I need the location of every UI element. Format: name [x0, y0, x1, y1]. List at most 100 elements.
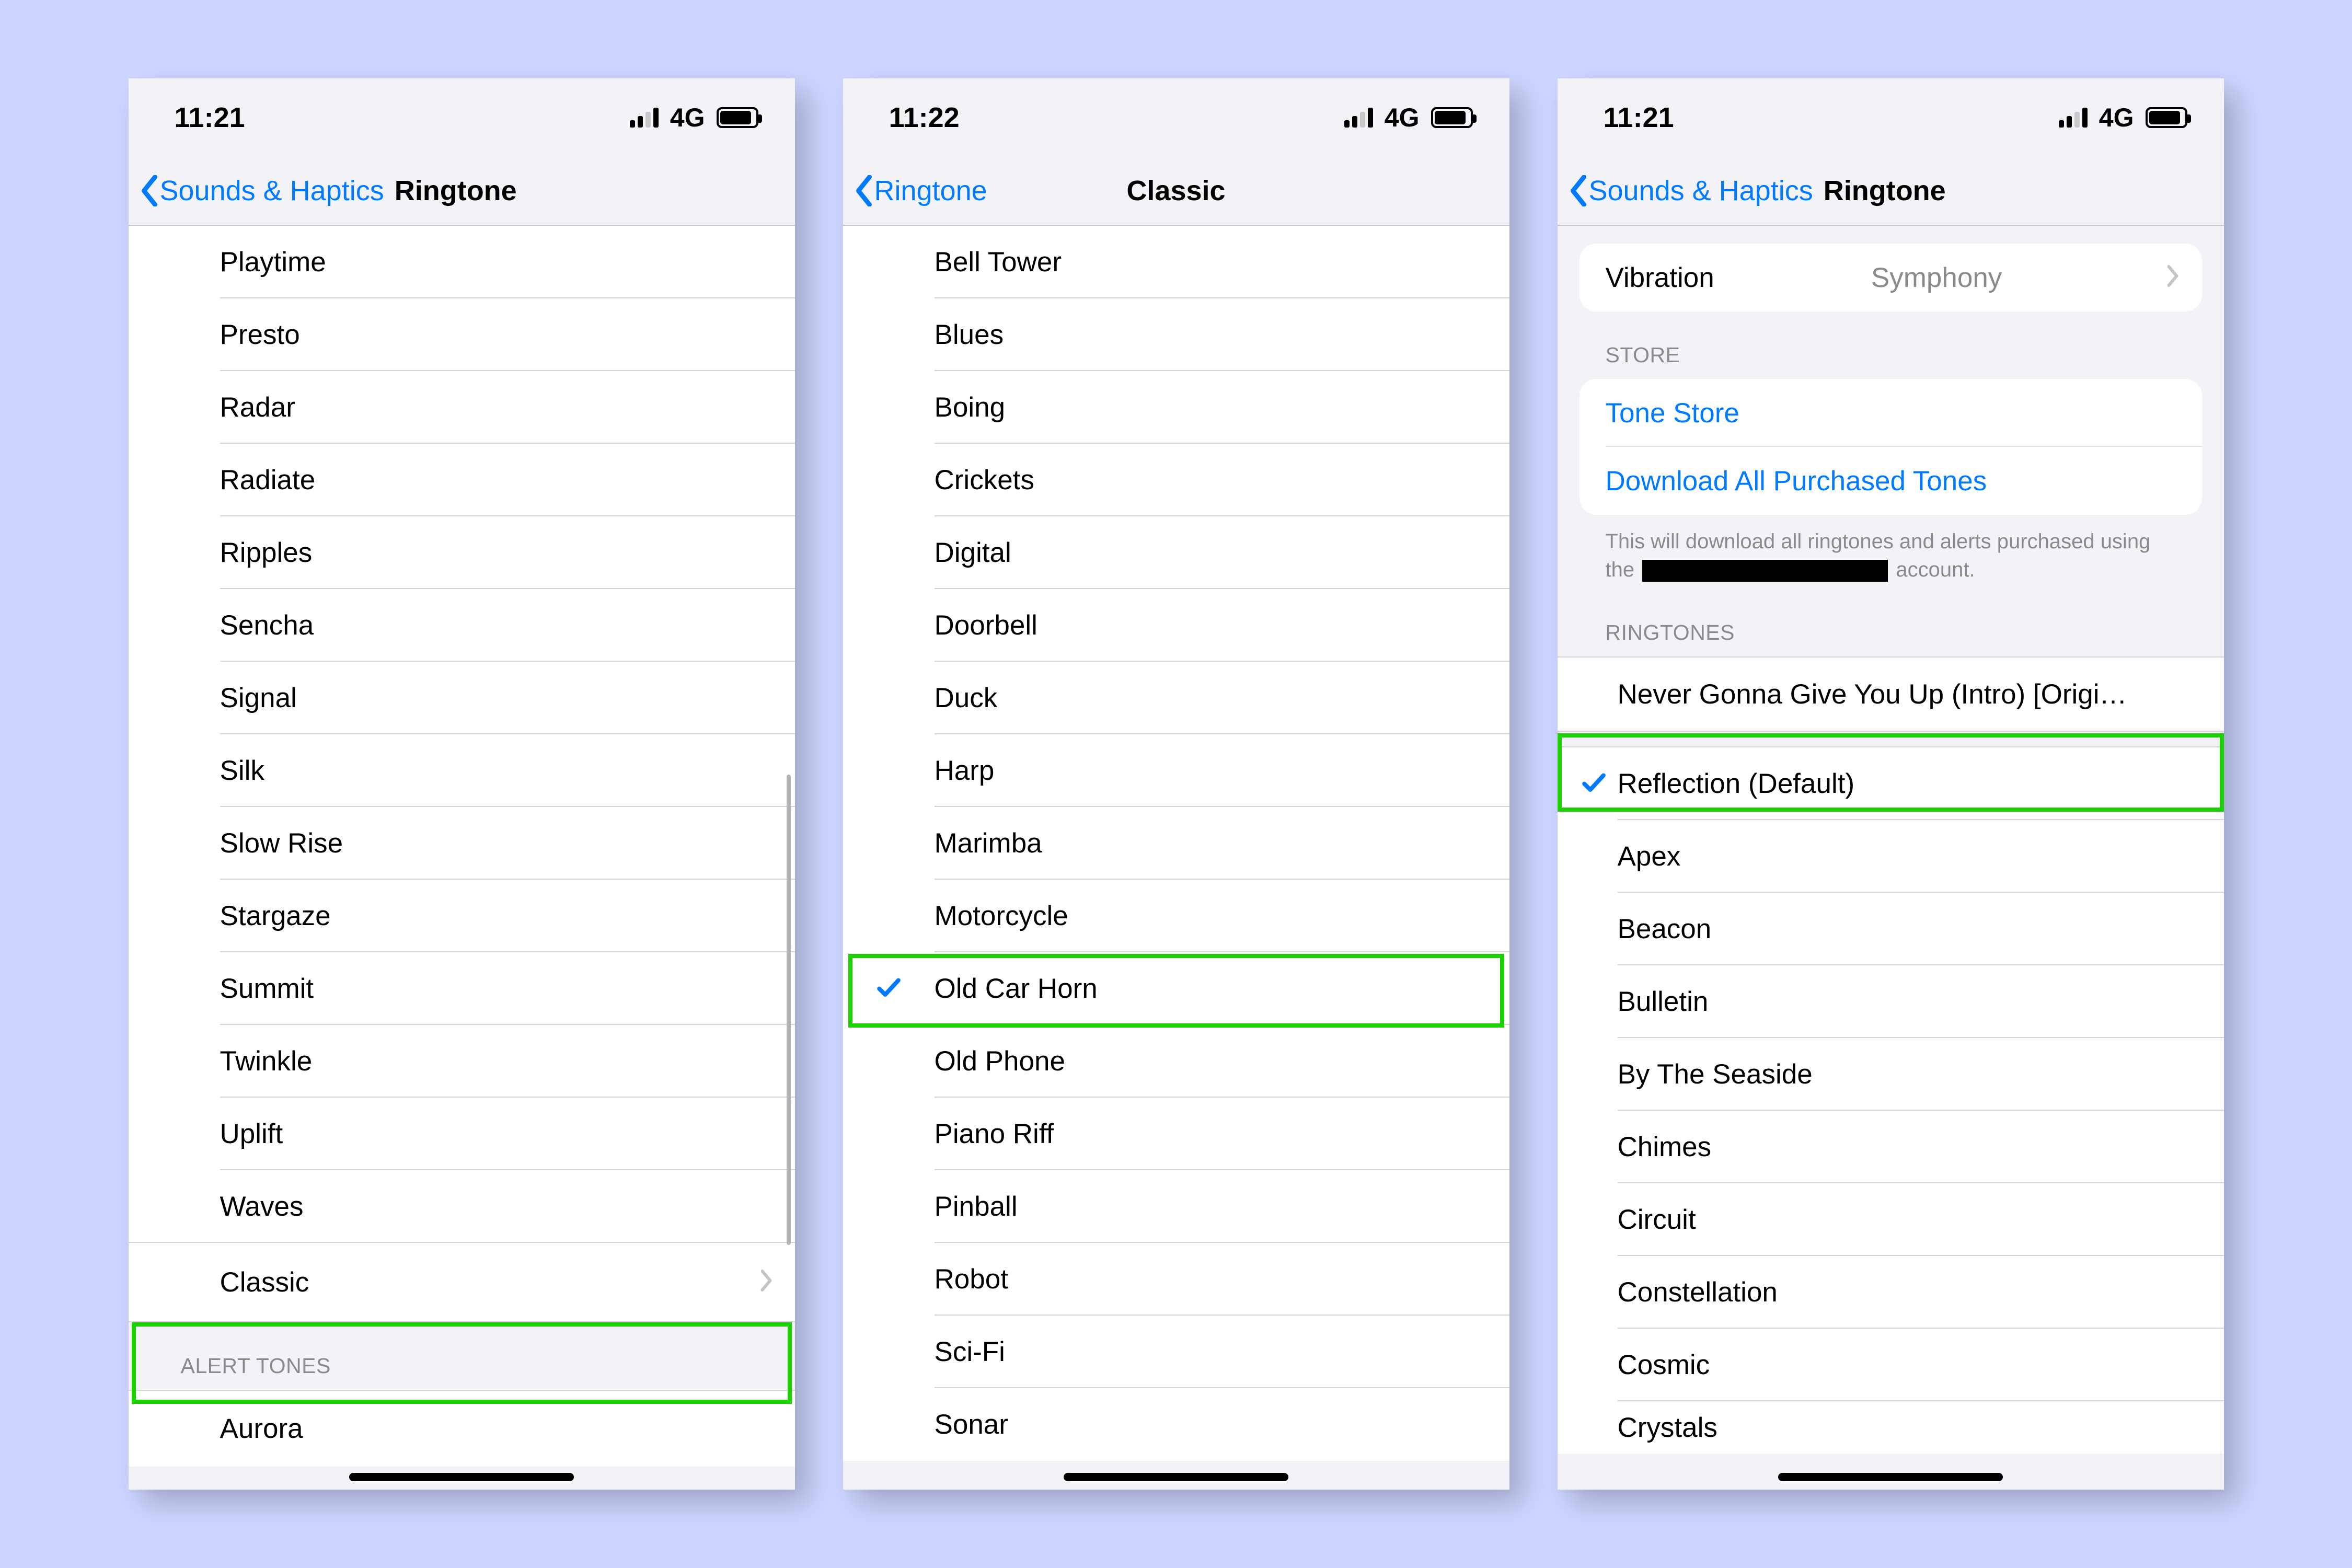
tone-row[interactable]: Harp [843, 734, 1509, 807]
battery-icon [2146, 107, 2187, 128]
phone-screen-2: 11:22 4G Ringtone Classic Bell Tower Blu… [843, 78, 1509, 1490]
home-indicator[interactable] [349, 1473, 574, 1481]
ringtone-row[interactable]: Circuit [1558, 1183, 2224, 1256]
battery-icon [717, 107, 758, 128]
alert-tone-row[interactable]: Aurora [129, 1391, 795, 1467]
nav-title: Ringtone [1824, 175, 1946, 207]
back-button[interactable]: Ringtone [854, 175, 987, 207]
ringtone-row[interactable]: Signal [129, 662, 795, 734]
ringtone-row[interactable]: Summit [129, 952, 795, 1025]
status-time: 11:21 [1604, 101, 1674, 134]
tone-row[interactable]: Boing [843, 371, 1509, 444]
nav-bar: Sounds & Haptics Ringtone [129, 157, 795, 226]
tone-row-selected[interactable]: Old Car Horn [843, 952, 1509, 1025]
back-button[interactable]: Sounds & Haptics [1568, 175, 1813, 207]
back-label: Sounds & Haptics [160, 175, 384, 207]
phone-screen-1: 11:21 4G Sounds & Haptics Ringtone Playt… [129, 78, 795, 1490]
ringtone-row[interactable]: Uplift [129, 1098, 795, 1170]
ringtone-row[interactable]: Constellation [1558, 1256, 2224, 1329]
ringtone-row[interactable]: Silk [129, 734, 795, 807]
ringtone-row[interactable]: Twinkle [129, 1025, 795, 1098]
purchased-ringtone-row[interactable]: Never Gonna Give You Up (Intro) [Origi… [1558, 658, 2224, 731]
nav-bar: Sounds & Haptics Ringtone [1558, 157, 2224, 226]
ringtone-row[interactable]: Radar [129, 371, 795, 444]
tone-row[interactable]: Motorcycle [843, 880, 1509, 952]
ringtone-row[interactable]: Radiate [129, 444, 795, 516]
nav-bar: Ringtone Classic [843, 157, 1509, 226]
ringtone-row[interactable]: Beacon [1558, 893, 2224, 965]
network-label: 4G [1385, 102, 1420, 133]
tone-row[interactable]: Piano Riff [843, 1098, 1509, 1170]
store-group: Tone Store Download All Purchased Tones [1579, 379, 2202, 515]
check-icon [1579, 768, 1608, 797]
tone-row[interactable]: Sonar [843, 1388, 1509, 1461]
ringtone-row[interactable]: Bulletin [1558, 965, 2224, 1038]
network-label: 4G [2099, 102, 2134, 133]
alert-tones-header: ALERT TONES [129, 1322, 795, 1390]
chevron-left-icon [1568, 175, 1589, 206]
tone-row[interactable]: Old Phone [843, 1025, 1509, 1098]
tone-row[interactable]: Doorbell [843, 589, 1509, 662]
ringtone-row[interactable]: Chimes [1558, 1111, 2224, 1183]
ringtone-row[interactable]: Apex [1558, 820, 2224, 893]
status-bar: 11:21 4G [1558, 78, 2224, 157]
tone-row[interactable]: Pinball [843, 1170, 1509, 1243]
ringtone-row[interactable]: Crystals [1558, 1401, 2224, 1454]
status-bar: 11:22 4G [843, 78, 1509, 157]
ringtone-row[interactable]: Waves [129, 1170, 795, 1243]
battery-icon [1431, 107, 1473, 128]
redacted-account [1642, 560, 1888, 582]
vibration-value: Symphony [1871, 262, 2009, 294]
home-indicator[interactable] [1064, 1473, 1288, 1481]
ringtone-row[interactable]: Slow Rise [129, 807, 795, 880]
ringtone-row[interactable]: Cosmic [1558, 1329, 2224, 1401]
ringtone-row-selected[interactable]: Reflection (Default) [1558, 747, 2224, 820]
tone-row[interactable]: Bell Tower [843, 226, 1509, 298]
ringtones-header: RINGTONES [1558, 584, 2224, 656]
ringtone-row[interactable]: By The Seaside [1558, 1038, 2224, 1111]
back-label: Ringtone [874, 175, 987, 207]
signal-icon [2059, 108, 2088, 128]
ringtone-row[interactable]: Ripples [129, 516, 795, 589]
check-icon [874, 973, 903, 1001]
ringtone-list-scroll[interactable]: Playtime Presto Radar Radiate Ripples Se… [129, 226, 795, 1490]
phone-screen-3: 11:21 4G Sounds & Haptics Ringtone Vibra… [1558, 78, 2224, 1490]
ringtone-row[interactable]: Playtime [129, 226, 795, 298]
ringtone-row[interactable]: Stargaze [129, 880, 795, 952]
nav-title: Classic [1126, 175, 1225, 207]
status-time: 11:22 [889, 101, 960, 134]
purchased-group: Never Gonna Give You Up (Intro) [Origi… [1558, 656, 2224, 732]
ringtone-settings-scroll[interactable]: Vibration Symphony STORE Tone Store Down… [1558, 226, 2224, 1490]
chevron-left-icon [139, 175, 160, 206]
back-label: Sounds & Haptics [1589, 175, 1813, 207]
signal-icon [1344, 108, 1373, 128]
home-indicator[interactable] [1778, 1473, 2003, 1481]
chevron-right-icon [2166, 262, 2180, 294]
signal-icon [630, 108, 659, 128]
chevron-right-icon [759, 1266, 773, 1298]
tone-row[interactable]: Crickets [843, 444, 1509, 516]
vibration-row[interactable]: Vibration Symphony [1579, 244, 2202, 312]
network-label: 4G [670, 102, 705, 133]
chevron-left-icon [854, 175, 874, 206]
tone-store-row[interactable]: Tone Store [1579, 379, 2202, 447]
ringtone-row[interactable]: Presto [129, 298, 795, 371]
tone-row[interactable]: Digital [843, 516, 1509, 589]
status-bar: 11:21 4G [129, 78, 795, 157]
tone-row[interactable]: Robot [843, 1243, 1509, 1316]
back-button[interactable]: Sounds & Haptics [139, 175, 384, 207]
tone-row[interactable]: Sci-Fi [843, 1316, 1509, 1388]
scrollbar[interactable] [787, 775, 791, 1245]
store-header: STORE [1558, 312, 2224, 379]
tone-row[interactable]: Blues [843, 298, 1509, 371]
ringtones-group: Reflection (Default) Apex Beacon Bulleti… [1558, 746, 2224, 1454]
nav-title: Ringtone [395, 175, 517, 207]
tone-row[interactable]: Duck [843, 662, 1509, 734]
classic-list-scroll[interactable]: Bell Tower Blues Boing Crickets Digital … [843, 226, 1509, 1490]
download-all-row[interactable]: Download All Purchased Tones [1579, 447, 2202, 515]
status-time: 11:21 [175, 101, 245, 134]
vibration-group: Vibration Symphony [1579, 244, 2202, 312]
tone-row[interactable]: Marimba [843, 807, 1509, 880]
classic-row[interactable]: Classic [129, 1243, 795, 1321]
ringtone-row[interactable]: Sencha [129, 589, 795, 662]
